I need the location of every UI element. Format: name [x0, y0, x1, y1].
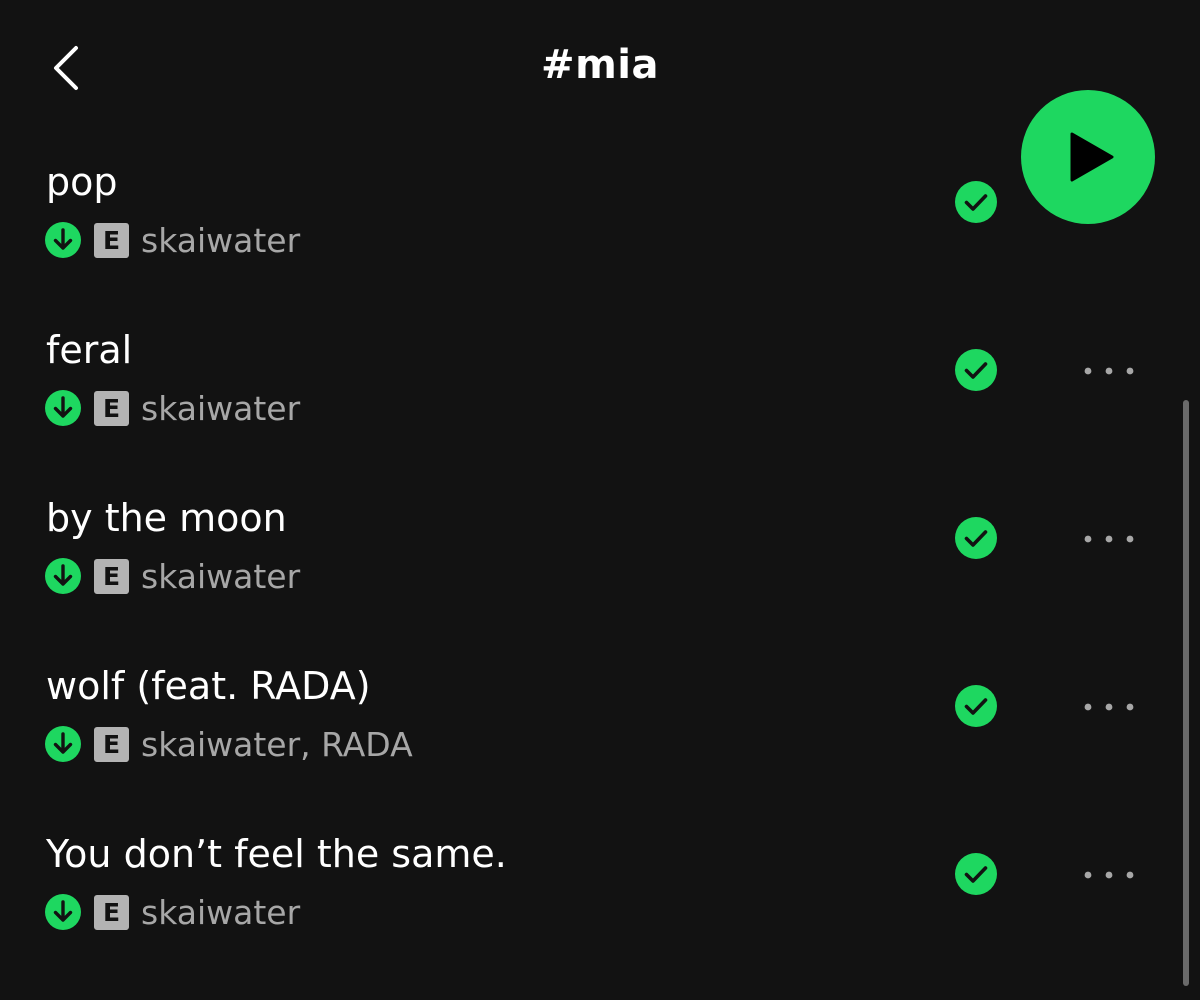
more-options-button[interactable] [1080, 356, 1140, 386]
track-title: pop [46, 160, 118, 204]
more-dots-icon [1084, 367, 1134, 375]
liked-button[interactable] [954, 180, 998, 224]
track-row[interactable]: feral E skaiwater [0, 328, 1200, 496]
track-artist: skaiwater, RADA [141, 724, 413, 764]
track-artist: skaiwater [141, 388, 301, 428]
explicit-badge: E [94, 726, 129, 762]
more-options-button[interactable] [1080, 524, 1140, 554]
track-title: wolf (feat. RADA) [46, 664, 371, 708]
track-title: You don’t feel the same. [46, 832, 507, 876]
downloaded-icon [45, 894, 81, 930]
check-circle-icon [955, 517, 997, 559]
more-options-button[interactable] [1080, 860, 1140, 890]
liked-button[interactable] [954, 516, 998, 560]
explicit-badge: E [94, 894, 129, 930]
track-meta: E skaiwater [45, 892, 301, 932]
track-artist: skaiwater [141, 220, 301, 260]
check-circle-icon [955, 853, 997, 895]
track-artist: skaiwater [141, 556, 301, 596]
downloaded-icon [45, 726, 81, 762]
top-bar: #mia [0, 0, 1200, 140]
track-meta: E skaiwater [45, 220, 301, 260]
track-row[interactable]: by the moon E skaiwater [0, 496, 1200, 664]
check-circle-icon [955, 685, 997, 727]
play-icon [1070, 132, 1114, 182]
liked-button[interactable] [954, 684, 998, 728]
downloaded-icon [45, 558, 81, 594]
scrollbar[interactable] [1183, 400, 1189, 986]
explicit-badge: E [94, 390, 129, 426]
more-dots-icon [1084, 871, 1134, 879]
more-options-button[interactable] [1080, 692, 1140, 722]
track-row[interactable]: You don’t feel the same. E skaiwater [0, 832, 1200, 1000]
track-row[interactable]: wolf (feat. RADA) E skaiwater, RADA [0, 664, 1200, 832]
play-button[interactable] [1021, 90, 1155, 224]
more-dots-icon [1084, 535, 1134, 543]
explicit-badge: E [94, 558, 129, 594]
track-title: feral [46, 328, 133, 372]
track-meta: E skaiwater, RADA [45, 724, 413, 764]
track-title: by the moon [46, 496, 287, 540]
track-meta: E skaiwater [45, 388, 301, 428]
check-circle-icon [955, 349, 997, 391]
liked-button[interactable] [954, 852, 998, 896]
track-artist: skaiwater [141, 892, 301, 932]
more-dots-icon [1084, 703, 1134, 711]
page-title: #mia [541, 42, 659, 88]
explicit-badge: E [94, 222, 129, 258]
liked-button[interactable] [954, 348, 998, 392]
downloaded-icon [45, 222, 81, 258]
track-meta: E skaiwater [45, 556, 301, 596]
downloaded-icon [45, 390, 81, 426]
check-circle-icon [955, 181, 997, 223]
track-row[interactable]: pop E skaiwater [0, 160, 1200, 328]
